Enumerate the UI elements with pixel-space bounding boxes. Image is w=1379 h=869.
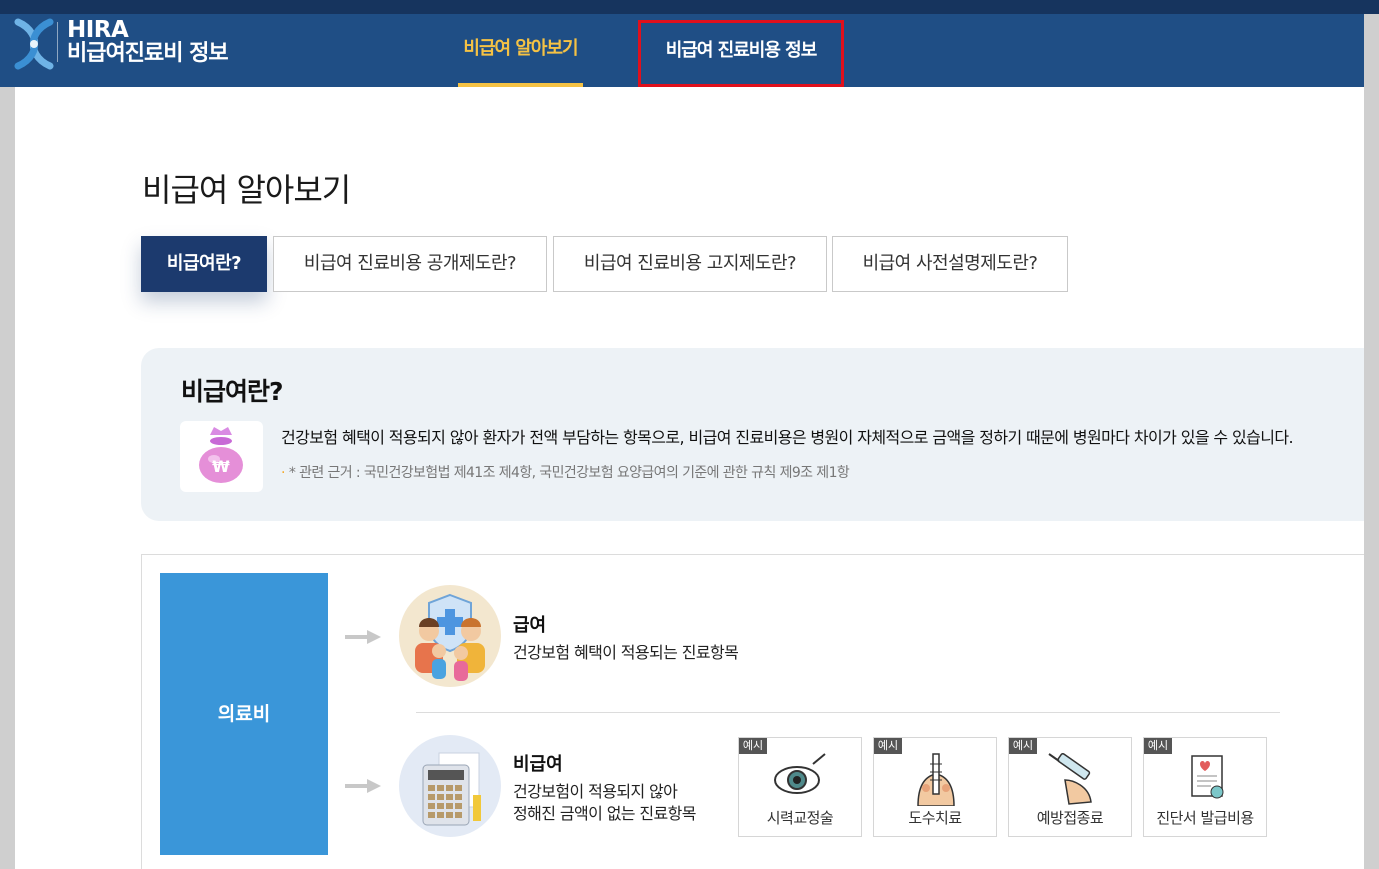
example-card-vaccination: 예시 예방접종료 [1008, 737, 1132, 837]
info-title: 비급여란? [181, 377, 284, 406]
nav-tab-about-noncovered[interactable]: 비급여 알아보기 [458, 14, 583, 87]
site-header: HIRA 비급여진료비 정보 비급여 알아보기 비급여 진료비용 정보 [0, 14, 1364, 87]
spine-icon [917, 753, 955, 806]
example-label: 시력교정술 [766, 809, 834, 827]
nav-tab-noncovered-cost-info[interactable]: 비급여 진료비용 정보 [638, 20, 844, 87]
calculator-icon [422, 752, 481, 826]
medical-cost-box: 의료비 [160, 573, 328, 855]
info-note-text: * 관련 근거 : 국민건강보험법 제41조 제4항, 국민건강보험 요양급여의… [288, 465, 850, 481]
covered-illustration [399, 585, 501, 687]
example-card-manual-therapy: 예시 도수치료 [873, 737, 997, 837]
brand-line1: HIRA [67, 17, 129, 43]
covered-description: 건강보험 혜택이 적용되는 진료항목 [513, 643, 739, 662]
top-strip [0, 0, 1379, 14]
subtab-what-is-noncovered[interactable]: 비급여란? [141, 236, 267, 292]
logo-divider [57, 22, 58, 62]
example-label: 진단서 발급비용 [1156, 809, 1254, 827]
subtab-prior-explanation-system[interactable]: 비급여 사전설명제도란? [832, 236, 1068, 292]
brand-title[interactable]: HIRA 비급여진료비 정보 [67, 17, 229, 66]
noncovered-title: 비급여 [513, 754, 563, 775]
example-card-vision-correction: 예시 시력교정술 [738, 737, 862, 837]
noncovered-description-line2: 정해진 금액이 없는 진료항목 [513, 804, 697, 823]
noncovered-illustration [399, 735, 501, 837]
example-badge: 예시 [739, 738, 767, 754]
info-description: 건강보험 혜택이 적용되지 않아 환자가 전액 부담하는 항목으로, 비급여 진… [281, 428, 1294, 447]
info-box: 비급여란? ₩ 건강보험 혜택이 적용되지 않아 환자가 전액 부담하는 항목으… [141, 348, 1364, 521]
noncovered-description-line1: 건강보험이 적용되지 않아 [513, 782, 678, 801]
eye-icon [774, 753, 826, 794]
divider [416, 712, 1280, 713]
family-shield-icon [415, 593, 485, 681]
main-content: 비급여 알아보기 비급여란? 비급여 진료비용 공개제도란? 비급여 진료비용 … [15, 87, 1364, 869]
brand-line2: 비급여진료비 정보 [67, 41, 229, 66]
example-badge: 예시 [874, 738, 902, 754]
medical-cost-diagram: 의료비 급여 건강보험 혜택이 적용되는 진료항목 비급여 건강보험이 적용되지… [141, 554, 1364, 869]
noncovered-description: 건강보험이 적용되지 않아 정해진 금액이 없는 진료항목 [513, 781, 697, 825]
example-label: 도수치료 [908, 809, 962, 827]
covered-title: 급여 [513, 615, 547, 636]
money-bag-icon: ₩ [199, 427, 243, 483]
arrow-right-icon [345, 630, 381, 644]
subtab-disclosure-system[interactable]: 비급여 진료비용 공개제도란? [273, 236, 547, 292]
info-legal-note: · * 관련 근거 : 국민건강보험법 제41조 제4항, 국민건강보험 요양급여… [281, 462, 850, 482]
arrow-right-icon [345, 779, 381, 793]
svg-text:₩: ₩ [212, 457, 230, 476]
syringe-icon [1048, 753, 1092, 805]
hira-logo-icon[interactable] [12, 18, 56, 70]
note-bullet: · [281, 465, 285, 481]
page-title: 비급여 알아보기 [142, 171, 351, 209]
example-badge: 예시 [1009, 738, 1037, 754]
example-label: 예방접종료 [1036, 809, 1104, 827]
example-card-medical-certificate: 예시 진단서 발급비용 [1143, 737, 1267, 837]
info-icon-box: ₩ [180, 421, 263, 492]
example-badge: 예시 [1144, 738, 1172, 754]
document-icon [1191, 755, 1224, 799]
subtab-notification-system[interactable]: 비급여 진료비용 고지제도란? [553, 236, 827, 292]
